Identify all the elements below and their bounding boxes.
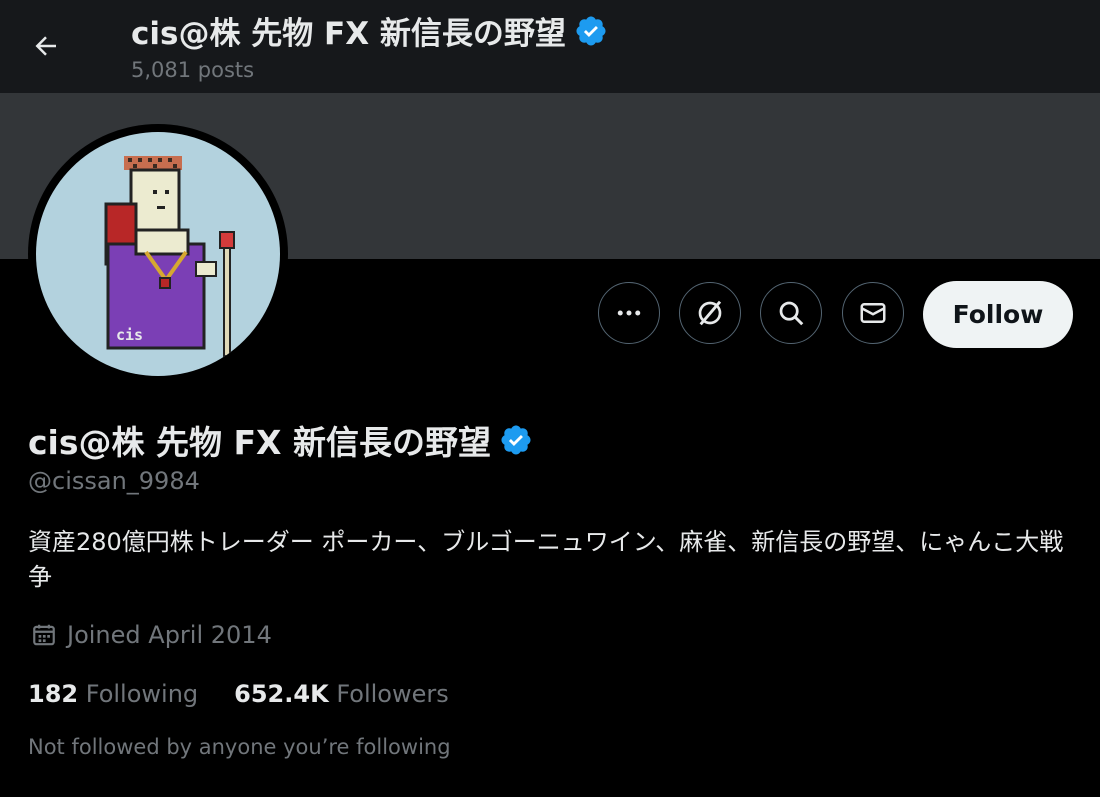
back-button[interactable] xyxy=(22,22,70,70)
joined-date: Joined April 2014 xyxy=(31,621,272,649)
following-count: 182 xyxy=(28,680,79,708)
follow-button[interactable]: Follow xyxy=(923,281,1073,348)
verified-badge-icon[interactable] xyxy=(499,423,533,457)
mail-icon xyxy=(860,303,886,323)
verified-badge-icon xyxy=(576,15,606,46)
message-button[interactable] xyxy=(842,282,904,344)
grok-icon xyxy=(698,300,722,326)
header-title-row: cis@株 先物 FX 新信長の野望 xyxy=(131,8,608,53)
arrow-left-icon xyxy=(35,36,56,56)
posts-count: 5,081 posts xyxy=(131,58,255,82)
more-dots-icon xyxy=(617,310,641,316)
search-icon xyxy=(779,301,804,326)
following-label: Following xyxy=(85,680,199,708)
followers-count: 652.4K xyxy=(234,680,329,708)
followers-link[interactable]: 652.4K Followers xyxy=(234,680,449,708)
pixel-character-icon: cis xyxy=(104,156,235,357)
header-title: cis@株 先物 FX 新信長の野望 xyxy=(131,16,566,52)
search-button[interactable] xyxy=(760,282,822,344)
calendar-icon xyxy=(33,624,55,646)
grok-button[interactable] xyxy=(679,282,741,344)
more-button[interactable] xyxy=(598,282,660,344)
svg-text:cis: cis xyxy=(116,326,143,344)
mutuals-note: Not followed by anyone you’re following xyxy=(28,735,451,759)
user-handle: @cissan_9984 xyxy=(28,467,200,495)
display-name-row: cis@株 先物 FX 新信長の野望 xyxy=(28,416,533,464)
bio: 資産280億円株トレーダー ポーカー、ブルゴーニュワイン、麻雀、新信長の野望、に… xyxy=(28,528,1064,591)
joined-text: Joined April 2014 xyxy=(67,621,272,649)
followers-label: Followers xyxy=(336,680,449,708)
follow-stats: 182 Following 652.4K Followers xyxy=(28,680,449,708)
following-link[interactable]: 182 Following xyxy=(28,680,198,708)
display-name: cis@株 先物 FX 新信長の野望 xyxy=(28,423,491,462)
top-bar: cis@株 先物 FX 新信長の野望 5,081 posts xyxy=(0,0,1100,93)
avatar[interactable]: cis xyxy=(36,132,280,376)
